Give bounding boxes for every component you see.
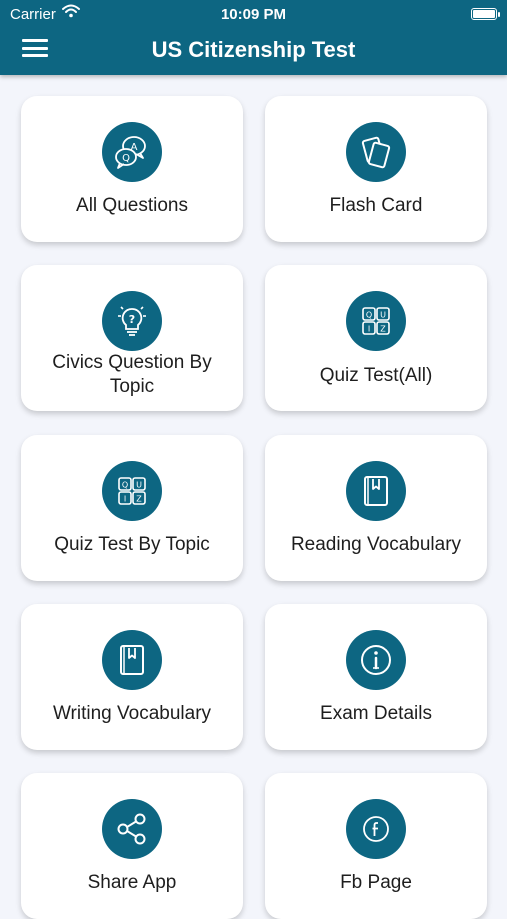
- status-bar: Carrier 10:09 PM: [0, 0, 507, 28]
- quiz-letter: Q: [366, 311, 372, 320]
- tile-quiz-test-all[interactable]: Q U I Z Quiz Test(All): [265, 265, 487, 411]
- quiz-letter: I: [124, 495, 126, 504]
- battery-nub: [498, 12, 500, 17]
- tile-exam-details[interactable]: Exam Details: [265, 604, 487, 750]
- quiz-letter: U: [380, 311, 386, 320]
- tile-quiz-test-by-topic[interactable]: Q U I Z Quiz Test By Topic: [21, 435, 243, 581]
- tile-label: Fb Page: [340, 872, 412, 893]
- tile-writing-vocabulary[interactable]: Writing Vocabulary: [21, 604, 243, 750]
- tile-reading-vocabulary[interactable]: Reading Vocabulary: [265, 435, 487, 581]
- tile-label: Civics Question By Topic: [52, 352, 212, 397]
- tile-label: Quiz Test(All): [319, 365, 433, 386]
- app-header: Carrier 10:09 PM US Citizenship Test: [0, 0, 507, 75]
- quiz-grid-icon: Q U I Z: [102, 461, 162, 521]
- tile-flash-card[interactable]: Flash Card: [265, 96, 487, 242]
- tile-label: Share App: [87, 872, 177, 893]
- facebook-icon: [346, 799, 406, 859]
- battery-icon: [471, 8, 497, 20]
- tile-label: Writing Vocabulary: [52, 703, 212, 724]
- quiz-grid-icon: Q U I Z: [346, 291, 406, 351]
- info-icon: [346, 630, 406, 690]
- tile-label: Flash Card: [329, 195, 423, 216]
- flash-cards-icon: [346, 122, 406, 182]
- svg-text:Q: Q: [122, 153, 130, 164]
- quiz-letter: Z: [136, 495, 142, 504]
- tile-label: All Questions: [76, 195, 188, 216]
- tile-all-questions[interactable]: A Q All Questions: [21, 96, 243, 242]
- page-title: US Citizenship Test: [151, 37, 356, 62]
- tile-fb-page[interactable]: Fb Page: [265, 773, 487, 919]
- question-bubbles-icon: A Q: [102, 122, 162, 182]
- tile-label: Reading Vocabulary: [290, 534, 462, 555]
- quiz-letter: I: [368, 325, 370, 334]
- quiz-letter: Q: [122, 481, 128, 490]
- quiz-letter: U: [136, 481, 142, 490]
- tile-civics-question-by-topic[interactable]: ? Civics Question By Topic: [21, 265, 243, 411]
- tile-label: Quiz Test By Topic: [54, 534, 210, 555]
- book-icon: [102, 630, 162, 690]
- book-icon: [346, 461, 406, 521]
- tile-label: Exam Details: [320, 703, 432, 724]
- share-icon: [102, 799, 162, 859]
- quiz-letter: Z: [380, 325, 386, 334]
- status-time: 10:09 PM: [220, 6, 287, 23]
- lightbulb-question-icon: ?: [102, 291, 162, 351]
- tile-share-app[interactable]: Share App: [21, 773, 243, 919]
- svg-text:?: ?: [129, 313, 135, 326]
